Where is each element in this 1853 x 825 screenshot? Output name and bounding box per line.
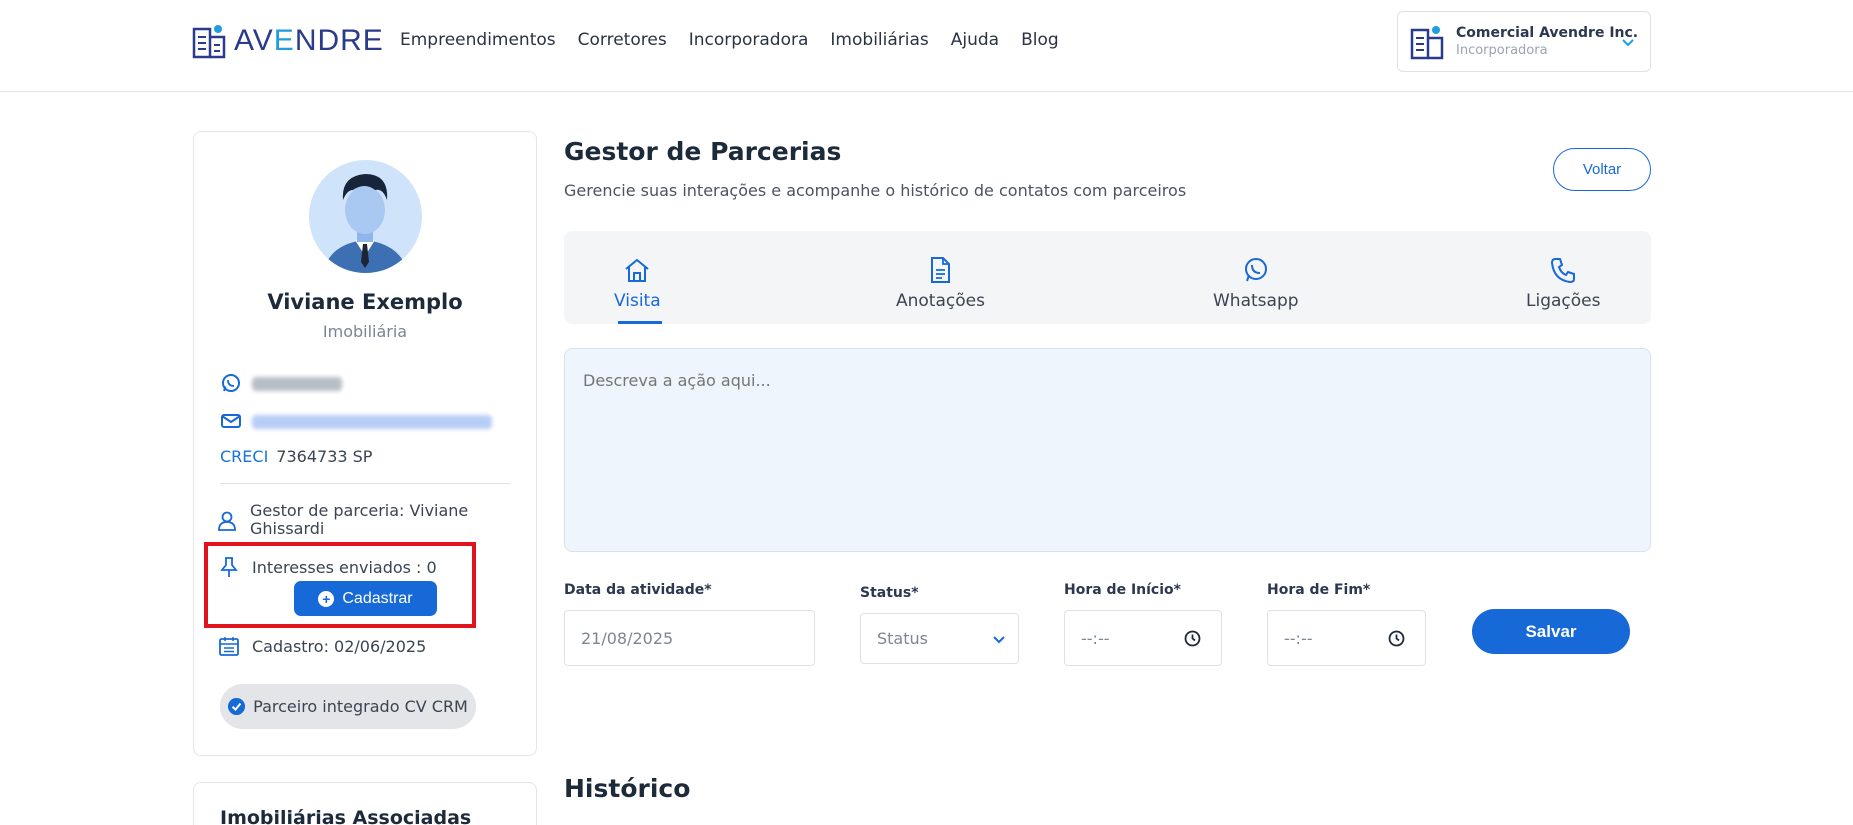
clock-icon: [1388, 630, 1405, 647]
home-icon: [625, 258, 649, 282]
calendar-icon: [219, 637, 239, 656]
nav-empreendimentos[interactable]: Empreendimentos: [400, 30, 556, 50]
tab-anotacoes-label: Anotações: [896, 291, 985, 311]
account-name: Comercial Avendre Inc.: [1456, 25, 1639, 41]
blurred-email: [252, 415, 492, 429]
whatsapp-icon: [222, 374, 240, 392]
account-role: Incorporadora: [1456, 43, 1548, 58]
tab-ligacoes-label: Ligações: [1526, 291, 1601, 311]
nav-blog[interactable]: Blog: [1021, 30, 1059, 50]
hora-fim-value: --:--: [1284, 628, 1313, 648]
creci-label: CRECI: [220, 447, 269, 466]
status-select[interactable]: Status: [860, 613, 1019, 664]
tab-whatsapp[interactable]: Whatsapp: [1213, 255, 1299, 311]
partner-profile-card: Viviane Exemplo Imobiliária CRECI 7364733…: [193, 131, 537, 756]
status-label: Status*: [860, 585, 919, 601]
nav-incorporadora[interactable]: Incorporadora: [689, 30, 809, 50]
tab-visita-label: Visita: [614, 291, 661, 311]
logo-building-icon: [192, 25, 226, 59]
blurred-phone: [252, 377, 342, 391]
creci-row: CRECI 7364733 SP: [220, 447, 372, 466]
action-tabs: Visita Anotações Whatsapp Ligações: [564, 231, 1651, 324]
nav-imobiliarias[interactable]: Imobiliárias: [830, 30, 928, 50]
user-icon: [218, 511, 236, 531]
avatar-illustration: [323, 174, 408, 273]
main-nav: Empreendimentos Corretores Incorporadora…: [400, 30, 1059, 50]
document-icon: [931, 257, 951, 283]
partner-type: Imobiliária: [322, 322, 408, 341]
salvar-button[interactable]: Salvar: [1472, 609, 1630, 654]
gestor-parceria: Gestor de parceria: Viviane Ghissardi: [250, 501, 469, 538]
historico-title: Histórico: [564, 774, 691, 803]
avendre-logo[interactable]: AVENDRE: [192, 23, 384, 59]
action-description-input[interactable]: [564, 348, 1651, 552]
company-building-icon: [1410, 25, 1444, 59]
phone-icon: [1551, 258, 1576, 284]
hora-fim-label: Hora de Fim*: [1267, 582, 1371, 598]
crm-badge-label: Parceiro integrado CV CRM: [253, 697, 468, 716]
chevron-down-icon: [993, 636, 1005, 644]
page-subtitle: Gerencie suas interações e acompanhe o h…: [564, 181, 1187, 200]
status-value: Status: [877, 629, 928, 648]
crm-integration-badge: Parceiro integrado CV CRM: [220, 684, 476, 729]
logo-text: AVENDRE: [234, 24, 384, 57]
clock-icon: [1184, 630, 1201, 647]
hora-fim-input[interactable]: --:--: [1267, 610, 1426, 666]
tab-anotacoes[interactable]: Anotações: [896, 255, 985, 311]
cadastro-date: Cadastro: 02/06/2025: [252, 637, 427, 656]
data-atividade-input[interactable]: 21/08/2025: [564, 610, 815, 666]
active-tab-indicator: [618, 321, 662, 324]
page-title: Gestor de Parcerias: [564, 137, 842, 166]
hora-inicio-value: --:--: [1081, 628, 1110, 648]
nav-corretores[interactable]: Corretores: [578, 30, 667, 50]
divider: [220, 483, 510, 484]
associated-agencies-card: Imobiliárias Associadas: [193, 782, 537, 825]
hora-inicio-label: Hora de Início*: [1064, 582, 1181, 598]
tab-ligacoes[interactable]: Ligações: [1526, 255, 1600, 311]
associated-agencies-title: Imobiliárias Associadas: [220, 807, 472, 825]
check-circle-icon: [228, 698, 246, 715]
account-switcher[interactable]: Comercial Avendre Inc. Incorporadora: [1397, 11, 1651, 72]
chevron-down-icon: [1622, 39, 1634, 47]
creci-value: 7364733 SP: [276, 447, 373, 466]
interesses-highlight-box: [204, 542, 476, 628]
top-navbar: AVENDRE Empreendimentos Corretores Incor…: [0, 0, 1853, 92]
data-atividade-value: 21/08/2025: [581, 628, 674, 648]
whatsapp-icon: [1244, 258, 1267, 282]
partner-name: Viviane Exemplo: [267, 290, 463, 314]
data-atividade-label: Data da atividade*: [564, 582, 712, 598]
nav-ajuda[interactable]: Ajuda: [951, 30, 999, 50]
avatar: [309, 160, 422, 273]
tab-whatsapp-label: Whatsapp: [1213, 291, 1299, 311]
hora-inicio-input[interactable]: --:--: [1064, 610, 1222, 666]
voltar-button[interactable]: Voltar: [1553, 148, 1651, 191]
email-icon: [221, 414, 241, 428]
tab-visita[interactable]: Visita: [614, 255, 661, 311]
